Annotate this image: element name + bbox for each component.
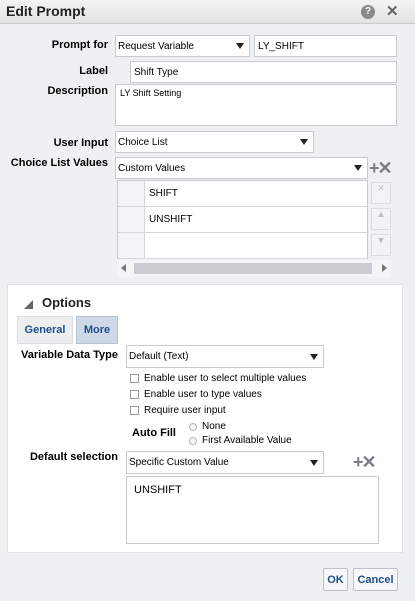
- row-header: [118, 207, 145, 233]
- table-row[interactable]: UNSHIFT: [145, 207, 367, 233]
- collapse-triangle-icon[interactable]: [24, 300, 33, 309]
- auto-fill-none-radio[interactable]: [189, 423, 197, 431]
- help-icon[interactable]: ?: [361, 5, 375, 19]
- scroll-right-icon[interactable]: [382, 264, 387, 272]
- chevron-down-icon: [300, 139, 308, 145]
- row-header: [118, 233, 145, 259]
- user-input-label: User Input: [53, 137, 108, 149]
- require-input-checkbox[interactable]: [130, 406, 139, 415]
- prompt-for-select[interactable]: Request Variable: [115, 35, 250, 57]
- ok-button[interactable]: OK: [323, 568, 348, 591]
- prompt-for-label: Prompt for: [51, 39, 108, 51]
- label-label: Label: [79, 65, 108, 77]
- close-icon[interactable]: ✕: [386, 2, 399, 20]
- default-selection-value: Specific Custom Value: [129, 457, 229, 468]
- chevron-down-icon: [310, 459, 318, 466]
- auto-fill-none-label: None: [202, 421, 226, 432]
- user-input-select[interactable]: Choice List: [115, 131, 314, 153]
- variable-data-type-select[interactable]: Default (Text): [126, 345, 324, 368]
- multiple-values-label: Enable user to select multiple values: [144, 373, 307, 384]
- type-values-checkbox[interactable]: [130, 390, 139, 399]
- default-value-textarea[interactable]: UNSHIFT: [126, 476, 379, 544]
- table-row[interactable]: SHIFT: [145, 181, 367, 207]
- default-selection-select[interactable]: Specific Custom Value: [126, 451, 324, 474]
- options-heading: Options: [42, 295, 92, 310]
- scroll-left-icon[interactable]: [121, 264, 126, 272]
- options-panel: Options General More Variable Data Type …: [7, 284, 403, 553]
- delete-row-icon[interactable]: ✕: [371, 182, 391, 204]
- variable-data-type-label: Variable Data Type: [20, 349, 118, 361]
- type-values-label: Enable user to type values: [144, 389, 262, 400]
- choice-list-select[interactable]: Custom Values: [115, 157, 368, 179]
- row-header: [118, 181, 145, 207]
- cancel-button[interactable]: Cancel: [353, 568, 398, 591]
- move-up-icon[interactable]: ▲: [371, 208, 391, 230]
- chevron-down-icon: [354, 165, 362, 171]
- table-row[interactable]: [145, 233, 367, 259]
- variable-name-input[interactable]: LY_SHIFT: [254, 35, 397, 57]
- dialog-title: Edit Prompt: [6, 3, 86, 19]
- variable-data-type-value: Default (Text): [129, 351, 189, 362]
- tab-more[interactable]: More: [76, 316, 118, 344]
- require-input-label: Require user input: [144, 405, 226, 416]
- move-down-icon[interactable]: ▼: [371, 234, 391, 256]
- choice-list-label: Choice List Values: [10, 157, 108, 169]
- scrollbar-thumb[interactable]: [134, 263, 372, 274]
- label-input[interactable]: Shift Type: [130, 61, 397, 83]
- auto-fill-label: Auto Fill: [132, 427, 176, 439]
- multiple-values-checkbox[interactable]: [130, 374, 139, 383]
- prompt-for-value: Request Variable: [118, 40, 194, 52]
- horizontal-scrollbar[interactable]: [117, 260, 391, 277]
- choice-values-table: SHIFT UNSHIFT: [117, 180, 368, 259]
- description-label: Description: [47, 85, 108, 97]
- chevron-down-icon: [236, 43, 244, 49]
- chevron-down-icon: [310, 353, 318, 360]
- tab-general[interactable]: General: [17, 316, 73, 344]
- user-input-value: Choice List: [118, 136, 168, 148]
- add-remove-default-icon[interactable]: +✕: [353, 452, 377, 473]
- add-remove-values-icon[interactable]: +✕: [369, 158, 393, 179]
- default-selection-label: Default selection: [29, 451, 118, 463]
- description-textarea[interactable]: LY Shift Setting: [115, 84, 397, 126]
- auto-fill-first-radio[interactable]: [189, 437, 197, 445]
- auto-fill-first-label: First Available Value: [202, 435, 292, 446]
- choice-list-value: Custom Values: [118, 162, 186, 174]
